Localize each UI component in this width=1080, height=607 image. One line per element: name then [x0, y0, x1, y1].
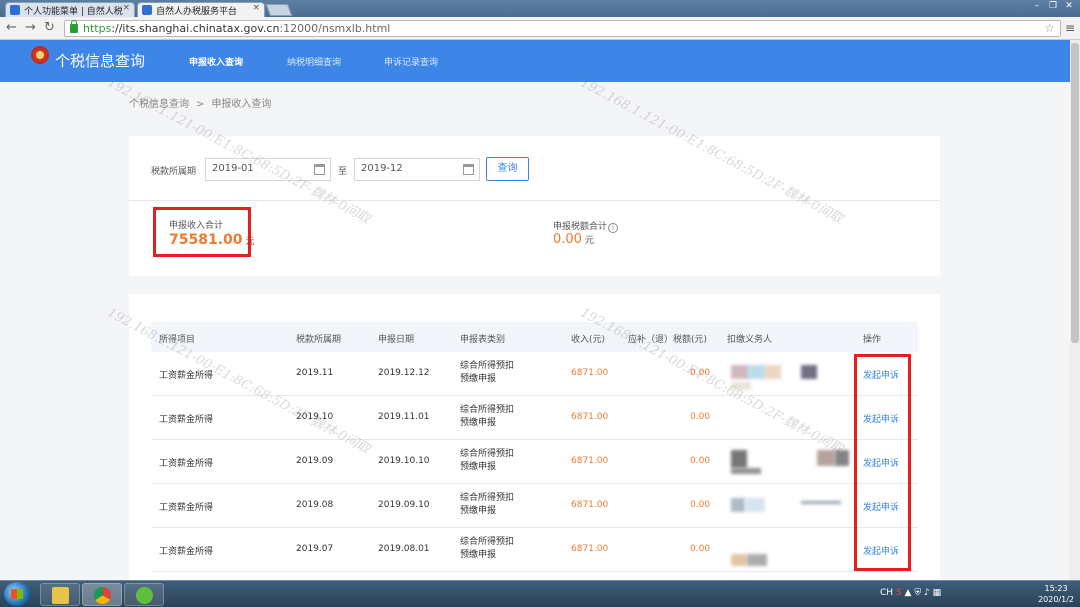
cell-income: 6871.00 — [571, 368, 609, 378]
cell-date: 2019.10.10 — [378, 456, 430, 466]
cell-period: 2019.09 — [296, 456, 334, 466]
security-icon[interactable]: ⛨ — [914, 588, 921, 598]
cell-income: 6871.00 — [571, 412, 609, 422]
browser-menu-icon[interactable]: ≡ — [1065, 21, 1075, 35]
breadcrumb-separator: > — [196, 99, 205, 110]
end-period-input[interactable]: 2019-12 — [354, 158, 480, 181]
windows-logo-icon — [11, 589, 23, 599]
close-window-icon[interactable]: ✕ — [1062, 0, 1076, 12]
tax-total-value: 0.00 元 — [553, 232, 594, 247]
system-tray: CH S ▲ ⛨ ♪ ▦ — [880, 588, 941, 598]
window-controls: – ❐ ✕ — [1030, 0, 1076, 12]
cell-item: 工资薪金所得 — [159, 459, 214, 469]
table-row: 工资薪金所得 2019.07 2019.08.01 综合所得预扣 预缴申报 687… — [151, 528, 918, 572]
close-tab-icon[interactable]: × — [252, 3, 260, 13]
cell-item: 工资薪金所得 — [159, 415, 214, 425]
browser-tab-bar: 个人功能菜单 | 自然人税 × 自然人办税服务平台 × – ❐ ✕ — [0, 0, 1080, 17]
show-hidden-icons[interactable]: ▲ — [905, 588, 912, 598]
page-scrollbar[interactable] — [1070, 40, 1080, 580]
cell-date: 2019.12.12 — [378, 368, 430, 378]
tax-total-label: 申报税额合计 i — [553, 219, 619, 233]
taskbar-file-explorer[interactable] — [40, 583, 80, 606]
cell-item: 工资薪金所得 — [159, 547, 214, 557]
site-title: 个税信息查询 — [55, 52, 146, 70]
highlight-box-income — [153, 207, 251, 257]
network-icon[interactable]: ▦ — [933, 588, 942, 598]
cell-type: 综合所得预扣 预缴申报 — [460, 537, 515, 560]
browser-tab-2[interactable]: 自然人办税服务平台 × — [137, 2, 265, 17]
reload-icon[interactable]: ↻ — [44, 20, 55, 36]
close-tab-icon[interactable]: × — [122, 3, 130, 13]
url-text: https://its.shanghai.chinatax.gov.cn:120… — [83, 22, 391, 35]
clock[interactable]: 15:23 2020/1/2 — [1038, 583, 1074, 605]
query-button[interactable]: 查询 — [486, 157, 529, 181]
calendar-icon[interactable] — [314, 164, 325, 175]
col-header: 扣缴义务人 — [727, 335, 773, 345]
col-header: 申报表类别 — [460, 335, 506, 345]
nav-income-query[interactable]: 申报收入查询 — [189, 55, 243, 68]
back-icon[interactable]: ← — [6, 20, 17, 36]
volume-icon[interactable]: ♪ — [924, 588, 930, 598]
input-language[interactable]: CH — [880, 588, 893, 598]
cell-type: 综合所得预扣 预缴申报 — [460, 405, 515, 428]
table-row: 工资薪金所得 2019.08 2019.09.10 综合所得预扣 预缴申报 687… — [151, 484, 918, 528]
col-header: 申报日期 — [378, 335, 415, 345]
col-header: 税款所属期 — [296, 335, 342, 345]
nav-appeal-record-query[interactable]: 申诉记录查询 — [384, 55, 438, 68]
cell-income: 6871.00 — [571, 500, 609, 510]
url-input[interactable]: https://its.shanghai.chinatax.gov.cn:120… — [64, 20, 1061, 37]
nav-tax-detail-query[interactable]: 纳税明细查询 — [287, 55, 341, 68]
breadcrumb-current: 申报收入查询 — [211, 99, 272, 110]
cell-date: 2019.09.10 — [378, 500, 430, 510]
cell-type: 综合所得预扣 预缴申报 — [460, 361, 515, 384]
cell-period: 2019.08 — [296, 500, 334, 510]
tax-emblem-logo — [30, 46, 50, 68]
cell-tax: 0.00 — [690, 500, 711, 510]
forward-icon[interactable]: → — [25, 20, 36, 36]
cell-type: 综合所得预扣 预缴申报 — [460, 493, 515, 516]
taskbar-wechat[interactable] — [124, 583, 164, 606]
cell-period: 2019.07 — [296, 544, 334, 554]
cell-tax: 0.00 — [690, 544, 711, 554]
scrollbar-thumb[interactable] — [1071, 43, 1079, 343]
info-icon[interactable]: i — [608, 223, 619, 233]
browser-tab-1[interactable]: 个人功能菜单 | 自然人税 × — [5, 2, 135, 17]
top-nav-bar: 个税信息查询 申报收入查询 纳税明细查询 申诉记录查询 — [0, 40, 1070, 82]
cell-income: 6871.00 — [571, 544, 609, 554]
table-row: 工资薪金所得 2019.09 2019.10.10 综合所得预扣 预缴申报 687… — [151, 440, 918, 484]
wechat-icon — [136, 587, 153, 604]
cell-income: 6871.00 — [571, 456, 609, 466]
cell-type: 综合所得预扣 预缴申报 — [460, 449, 515, 472]
site-favicon-icon — [142, 5, 152, 15]
col-header: 操作 — [863, 335, 882, 345]
address-toolbar: ← → ↻ https://its.shanghai.chinatax.gov.… — [0, 17, 1080, 40]
windows-taskbar: CH S ▲ ⛨ ♪ ▦ 15:23 2020/1/2 — [0, 580, 1080, 607]
calendar-icon[interactable] — [463, 164, 474, 175]
period-label: 税款所属期 — [151, 167, 197, 177]
new-tab-button[interactable] — [265, 4, 293, 16]
cell-date: 2019.11.01 — [378, 412, 430, 422]
ime-icon[interactable]: S — [896, 588, 902, 598]
lock-icon — [70, 20, 78, 33]
file-explorer-icon — [52, 587, 69, 604]
restore-icon[interactable]: ❐ — [1046, 0, 1060, 12]
cell-period: 2019.11 — [296, 368, 334, 378]
to-label: 至 — [338, 167, 348, 177]
chrome-icon — [94, 587, 111, 604]
cell-tax: 0.00 — [690, 412, 711, 422]
minimize-icon[interactable]: – — [1030, 0, 1044, 12]
cell-date: 2019.08.01 — [378, 544, 430, 554]
site-favicon-icon — [10, 5, 20, 15]
cell-item: 工资薪金所得 — [159, 503, 214, 513]
taskbar-chrome[interactable] — [82, 583, 122, 606]
tab-title: 个人功能菜单 | 自然人税 — [24, 7, 123, 17]
highlight-box-appeal — [854, 354, 911, 571]
col-header: 收入(元) — [571, 335, 606, 345]
table-header: 所得项目 税款所属期 申报日期 申报表类别 收入(元) 应补（退）税额(元) 扣… — [151, 322, 918, 352]
bookmark-star-icon[interactable]: ☆ — [1044, 21, 1055, 35]
start-button[interactable] — [4, 582, 30, 606]
cell-tax: 0.00 — [690, 456, 711, 466]
tab-title: 自然人办税服务平台 — [156, 7, 238, 17]
